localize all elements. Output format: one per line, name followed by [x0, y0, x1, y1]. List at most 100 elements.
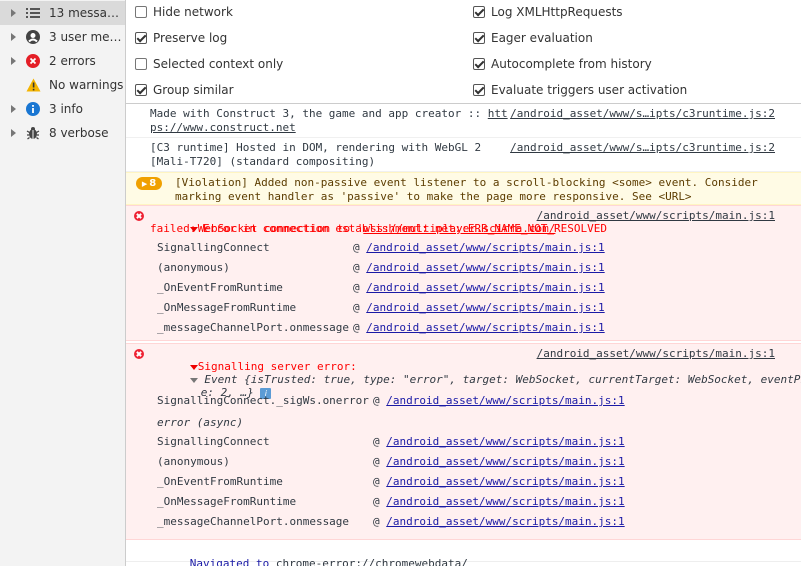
frame-link[interactable]: /android_asset/www/scripts/main.js:1 [366, 241, 604, 254]
violation-message: ▶ 8 [Violation] Added non-passive event l… [126, 172, 801, 205]
stack-frame-link[interactable]: @ /android_asset/www/scripts/main.js:1 [353, 241, 605, 254]
stack-frame-fn: _messageChannelPort.onmessage [157, 321, 350, 334]
sidebar-item-messages[interactable]: 13 messages [0, 1, 125, 25]
autocomplete-from-history-checkbox[interactable] [473, 58, 485, 70]
frame-link[interactable]: /android_asset/www/scripts/main.js:1 [366, 281, 604, 294]
option-label: Selected context only [153, 57, 284, 71]
stack-frame-link[interactable]: @ /android_asset/www/scripts/main.js:1 [353, 301, 605, 314]
stack-frame-link[interactable]: @ /android_asset/www/scripts/main.js:1 [353, 321, 605, 334]
stack-frame-link[interactable]: @ /android_asset/www/scripts/main.js:1 [353, 261, 605, 274]
log-xmlhttprequests-option[interactable]: Log XMLHttpRequests [473, 5, 623, 19]
evaluate-triggers-user-activation-option[interactable]: Evaluate triggers user activation [473, 83, 687, 97]
message-text-part: Made with Construct 3, the game and app … [150, 107, 488, 120]
frame-link[interactable]: /android_asset/www/scripts/main.js:1 [366, 301, 604, 314]
group-similar-option[interactable]: Group similar [135, 83, 234, 97]
at-sign: @ [373, 455, 380, 468]
option-label: Eager evaluation [491, 31, 593, 45]
frame-link[interactable]: /android_asset/www/scripts/main.js:1 [366, 321, 604, 334]
source-link[interactable]: /android_asset/www/s…ipts/c3runtime.js:2 [510, 141, 775, 154]
error-message: Signalling server error: /android_asset/… [126, 343, 801, 540]
stack-frame-link[interactable]: @ /android_asset/www/scripts/main.js:1 [373, 475, 625, 488]
preserve-log-checkbox[interactable] [135, 32, 147, 44]
warning-icon [25, 77, 41, 93]
expand-arrow-icon[interactable] [11, 9, 16, 17]
stack-frame-fn: SignallingConnect [157, 435, 270, 448]
frame-link[interactable]: /android_asset/www/scripts/main.js:1 [386, 515, 624, 528]
frame-link[interactable]: /android_asset/www/scripts/main.js:1 [386, 394, 624, 407]
frame-link[interactable]: /android_asset/www/scripts/main.js:1 [386, 495, 624, 508]
async-separator: error (async) [157, 416, 244, 429]
error-icon [25, 53, 41, 69]
frame-link[interactable]: /android_asset/www/scripts/main.js:1 [386, 435, 624, 448]
message-text: [Mali-T720] (standard compositing) [150, 155, 376, 168]
frame-link[interactable]: /android_asset/www/scripts/main.js:1 [366, 261, 604, 274]
sidebar-item-warnings[interactable]: No warnings [0, 73, 125, 97]
sidebar-item-verbose[interactable]: 8 verbose [0, 121, 125, 145]
error-icon [134, 349, 144, 359]
stack-frame-link[interactable]: @ /android_asset/www/scripts/main.js:1 [353, 281, 605, 294]
frame-link[interactable]: /android_asset/www/scripts/main.js:1 [386, 455, 624, 468]
stack-frame-link[interactable]: @ /android_asset/www/scripts/main.js:1 [373, 455, 625, 468]
repeat-count-badge[interactable]: ▶ 8 [136, 177, 162, 190]
sidebar-item-user-messages[interactable]: 3 user mess... [0, 25, 125, 49]
console-settings: Hide network Preserve log Selected conte… [126, 0, 801, 104]
log-xmlhttprequests-checkbox[interactable] [473, 6, 485, 18]
stack-frame-link[interactable]: @ /android_asset/www/scripts/main.js:1 [373, 394, 625, 407]
expand-arrow-icon[interactable] [11, 33, 16, 41]
hide-network-option[interactable]: Hide network [135, 5, 233, 19]
autocomplete-from-history-option[interactable]: Autocomplete from history [473, 57, 652, 71]
frame-link[interactable]: /android_asset/www/scripts/main.js:1 [386, 475, 624, 488]
log-message: [C3 runtime] Hosted in DOM, rendering wi… [126, 138, 801, 172]
at-sign: @ [373, 475, 380, 488]
expand-arrow-icon[interactable] [11, 129, 16, 137]
stack-frame-fn: _OnMessageFromRuntime [157, 495, 297, 508]
message-link-continued[interactable]: ps://www.construct.net [150, 121, 296, 134]
sidebar-item-label: 3 user mess... [49, 30, 125, 44]
sidebar-item-info[interactable]: 3 info [0, 97, 125, 121]
message-text: marking event handler as 'passive' to ma… [175, 190, 692, 203]
at-sign: @ [353, 321, 360, 334]
at-sign: @ [373, 394, 380, 407]
at-sign: @ [353, 261, 360, 274]
event-object-text: Event {isTrusted: true, type: "error", t… [204, 373, 801, 386]
stack-frame-fn: _OnMessageFromRuntime [157, 301, 297, 314]
option-label: Evaluate triggers user activation [491, 83, 688, 97]
selected-context-only-checkbox[interactable] [135, 58, 147, 70]
sidebar-item-errors[interactable]: 2 errors [0, 49, 125, 73]
user-icon [25, 29, 41, 45]
eager-evaluation-option[interactable]: Eager evaluation [473, 31, 593, 45]
source-link[interactable]: /android_asset/www/scripts/main.js:1 [537, 347, 775, 360]
stack-frame-link[interactable]: @ /android_asset/www/scripts/main.js:1 [373, 515, 625, 528]
option-label: Log XMLHttpRequests [491, 5, 623, 19]
expand-arrow-icon[interactable] [11, 105, 16, 113]
source-link[interactable]: /android_asset/www/scripts/main.js:1 [537, 209, 775, 222]
prompt-chevron-icon: › [134, 562, 141, 566]
option-label: Autocomplete from history [491, 57, 652, 71]
stack-frame-fn: _OnEventFromRuntime [157, 475, 283, 488]
sidebar-item-label: 8 verbose [49, 126, 109, 140]
eager-evaluation-checkbox[interactable] [473, 32, 485, 44]
group-similar-checkbox[interactable] [135, 84, 147, 96]
stack-frame-fn: _messageChannelPort.onmessage [157, 515, 350, 528]
at-sign: @ [373, 515, 380, 528]
error-message: WebSocket connection to 'wss://multiplay… [126, 205, 801, 341]
navigation-message: Navigated to chrome-error://chromewebdat… [126, 540, 801, 566]
sidebar: 13 messages 3 user mess... 2 errors No w… [0, 0, 126, 566]
expand-arrow-icon[interactable] [11, 57, 16, 65]
option-label: Preserve log [153, 31, 228, 45]
stack-frame-link[interactable]: @ /android_asset/www/scripts/main.js:1 [373, 495, 625, 508]
error-icon [134, 211, 144, 221]
message-text: Made with Construct 3, the game and app … [150, 107, 508, 120]
stack-frame-fn: (anonymous) [157, 455, 230, 468]
stack-frame-link[interactable]: @ /android_asset/www/scripts/main.js:1 [373, 435, 625, 448]
message-link[interactable]: htt [488, 107, 508, 120]
message-text: [Violation] Added non-passive event list… [175, 176, 758, 189]
selected-context-only-option[interactable]: Selected context only [135, 57, 283, 71]
message-link-tail[interactable]: ps://www.construct.net [150, 121, 296, 134]
preserve-log-option[interactable]: Preserve log [135, 31, 227, 45]
source-link[interactable]: /android_asset/www/s…ipts/c3runtime.js:2 [510, 107, 775, 120]
evaluate-triggers-user-activation-checkbox[interactable] [473, 84, 485, 96]
hide-network-checkbox[interactable] [135, 6, 147, 18]
navigation-link[interactable]: chrome-error://chromewebdata/ [276, 557, 468, 566]
stack-frame-fn: _OnEventFromRuntime [157, 281, 283, 294]
